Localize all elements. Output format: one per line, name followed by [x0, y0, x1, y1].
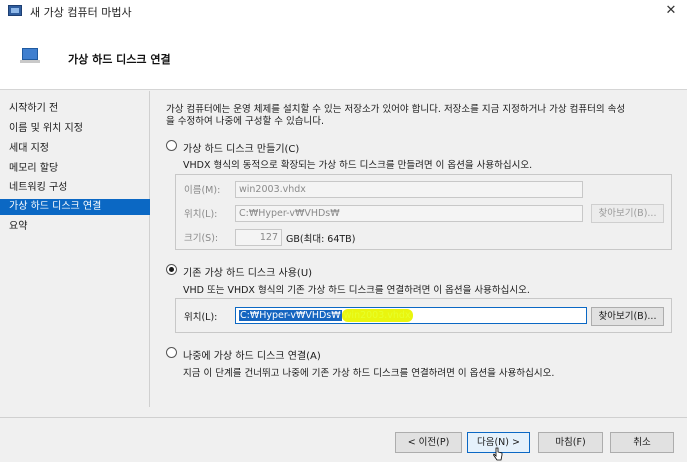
wizard-content: 가상 컴퓨터에는 운영 체제를 설치할 수 있는 저장소가 있어야 합니다. 저… — [150, 91, 687, 407]
location-path-selection: C:₩Hyper-v₩VHDs₩ — [239, 310, 342, 321]
title-bar: 새 가상 컴퓨터 마법사 ✕ — [0, 0, 687, 22]
name-label: 이름(M): — [184, 185, 221, 196]
mouse-cursor-icon — [493, 447, 503, 461]
use-existing-vhd-description: VHD 또는 VHDX 형식의 기존 가상 하드 디스크를 연결하려면 이 옵션… — [183, 285, 530, 296]
previous-button[interactable]: < 이전(P) — [395, 432, 462, 453]
sidebar-item-summary[interactable]: 요약 — [0, 219, 150, 235]
sidebar-item-generation[interactable]: 세대 지정 — [0, 141, 150, 157]
existing-browse-button[interactable]: 찾아보기(B)... — [591, 307, 664, 326]
window-title: 새 가상 컴퓨터 마법사 — [30, 6, 132, 19]
vhd-size-field[interactable]: 127 — [235, 229, 282, 246]
sidebar-item-connect-vhd[interactable]: 가상 하드 디스크 연결 — [0, 199, 150, 215]
vhd-location-field-disabled[interactable]: C:₩Hyper-v₩VHDs₩ — [235, 205, 583, 222]
browse-button-disabled[interactable]: 찾아보기(B)... — [591, 204, 664, 223]
create-vhd-description: VHDX 형식의 동적으로 확장되는 가상 하드 디스크를 만들려면 이 옵션을… — [183, 160, 533, 171]
existing-location-label: 위치(L): — [184, 312, 218, 323]
location-label-disabled: 위치(L): — [184, 209, 218, 220]
sidebar-item-before-you-begin[interactable]: 시작하기 전 — [0, 101, 150, 117]
finish-button[interactable]: 마침(F) — [538, 432, 603, 453]
create-vhd-radio[interactable] — [166, 140, 177, 151]
virtual-disk-icon — [20, 48, 40, 63]
create-vhd-group: 이름(M): win2003.vhdx 위치(L): C:₩Hyper-v₩VH… — [175, 174, 672, 250]
location-file-highlight: win2003.vhdx — [341, 309, 413, 322]
sidebar-item-memory[interactable]: 메모리 할당 — [0, 161, 150, 177]
intro-line-2: 을 수정하여 나중에 구성할 수 있습니다. — [166, 116, 324, 127]
attach-later-description: 지금 이 단계를 건너뛰고 나중에 기존 가상 하드 디스크를 연결하려면 이 … — [183, 368, 555, 379]
page-title: 가상 하드 디스크 연결 — [68, 53, 171, 66]
attach-later-label[interactable]: 나중에 가상 하드 디스크 연결(A) — [183, 347, 321, 362]
use-existing-vhd-radio[interactable] — [166, 264, 177, 275]
size-label: 크기(S): — [184, 233, 219, 244]
use-existing-vhd-group: 위치(L): C:₩Hyper-v₩VHDs₩ win2003.vhdx 찾아보기… — [175, 298, 672, 333]
attach-later-radio[interactable] — [166, 347, 177, 358]
wizard-steps-sidebar: 시작하기 전 이름 및 위치 지정 세대 지정 메모리 할당 네트워킹 구성 가… — [0, 91, 150, 407]
wizard-header: 가상 하드 디스크 연결 — [0, 22, 687, 90]
intro-line-1: 가상 컴퓨터에는 운영 체제를 설치할 수 있는 저장소가 있어야 합니다. 저… — [166, 104, 626, 115]
hyper-v-app-icon — [8, 5, 22, 16]
size-unit-label: GB(최대: 64TB) — [286, 234, 356, 245]
create-vhd-label[interactable]: 가상 하드 디스크 만들기(C) — [183, 140, 299, 155]
cancel-button[interactable]: 취소 — [610, 432, 674, 453]
use-existing-vhd-label[interactable]: 기존 가상 하드 디스크 사용(U) — [183, 264, 312, 279]
close-icon[interactable]: ✕ — [661, 1, 681, 21]
existing-vhd-location-field[interactable]: C:₩Hyper-v₩VHDs₩ win2003.vhdx — [235, 307, 587, 324]
vhd-name-field[interactable]: win2003.vhdx — [235, 181, 583, 198]
sidebar-item-networking[interactable]: 네트워킹 구성 — [0, 180, 150, 196]
intro-text: 가상 컴퓨터에는 운영 체제를 설치할 수 있는 저장소가 있어야 합니다. 저… — [166, 104, 676, 128]
wizard-footer: < 이전(P) 다음(N) > 마침(F) 취소 — [0, 417, 687, 462]
sidebar-item-name-location[interactable]: 이름 및 위치 지정 — [0, 121, 150, 137]
